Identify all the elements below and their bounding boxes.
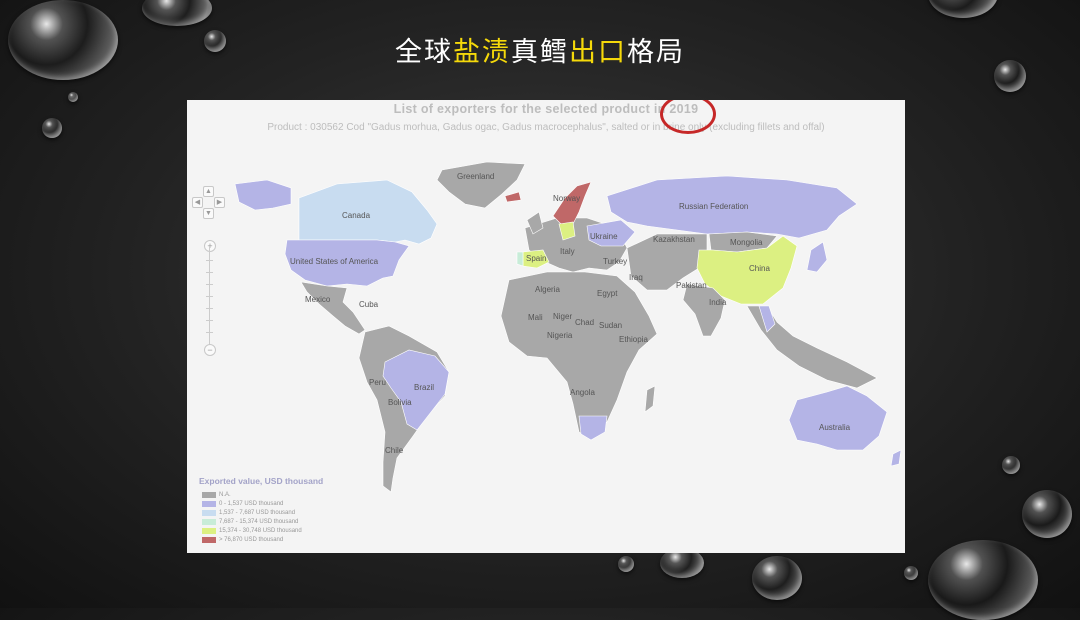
region-alaska[interactable]	[234, 179, 292, 211]
water-drop-decoration	[42, 118, 62, 138]
legend-label: 15,374 - 30,748 USD thousand	[219, 527, 302, 534]
label-chile: Chile	[385, 446, 404, 455]
legend-item: 15,374 - 30,748 USD thousand	[202, 526, 399, 535]
pan-down-button[interactable]: ▼	[203, 208, 214, 219]
water-drop-decoration	[994, 60, 1026, 92]
legend-title: Exported value, USD thousand	[199, 476, 324, 486]
label-china: China	[749, 264, 770, 273]
label-nigeria: Nigeria	[547, 331, 573, 340]
legend-item: 1,537 - 7,687 USD thousand	[202, 508, 399, 517]
legend-item: 7,687 - 15,374 USD thousand	[202, 517, 399, 526]
legend-swatch	[202, 491, 216, 498]
water-drop-decoration	[618, 556, 634, 572]
water-drop-decoration	[1022, 490, 1072, 538]
label-turkey: Turkey	[603, 257, 627, 266]
map-title: List of exporters for the selected produ…	[393, 102, 699, 116]
label-egypt: Egypt	[597, 289, 618, 298]
label-canada: Canada	[342, 211, 371, 220]
slide-title-part: 出口	[569, 37, 627, 68]
slide-title: 全球盐渍真鳕出口格局	[0, 30, 1080, 69]
region-portugal[interactable]	[516, 251, 524, 267]
zoom-tick	[206, 332, 213, 333]
legend-label: N.A.	[219, 491, 231, 498]
label-mexico: Mexico	[305, 295, 331, 304]
zoom-tick	[206, 308, 213, 309]
zoom-tick	[206, 284, 213, 285]
region-japan[interactable]	[806, 241, 828, 273]
region-madagascar[interactable]	[644, 385, 656, 413]
label-kazakhstan: Kazakhstan	[653, 235, 695, 244]
pan-right-button[interactable]: ▶	[214, 197, 225, 208]
label-pakistan: Pakistan	[676, 281, 707, 290]
legend-label: 1,537 - 7,687 USD thousand	[219, 509, 296, 516]
legend-swatch	[202, 518, 216, 525]
slide-title-part: 全球	[395, 37, 453, 68]
zoom-out-button[interactable]: −	[204, 344, 216, 356]
label-angola: Angola	[570, 388, 595, 397]
label-niger: Niger	[553, 312, 572, 321]
water-drop-decoration	[142, 0, 212, 26]
label-australia: Australia	[819, 423, 851, 432]
label-usa: United States of America	[290, 257, 379, 266]
map-panel: Greenland Canada United States of Americ…	[187, 100, 905, 553]
legend-swatch	[202, 509, 216, 516]
water-drop-decoration	[204, 30, 226, 52]
zoom-tick	[206, 272, 213, 273]
region-africa[interactable]	[500, 271, 658, 441]
label-peru: Peru	[369, 378, 386, 387]
label-india: India	[709, 298, 727, 307]
label-sudan: Sudan	[599, 321, 622, 330]
label-brazil: Brazil	[414, 383, 434, 392]
label-chad: Chad	[575, 318, 594, 327]
pan-left-button[interactable]: ◀	[192, 197, 203, 208]
water-drop-decoration	[928, 0, 998, 18]
label-cuba: Cuba	[359, 300, 379, 309]
slide-title-part: 真鳕	[511, 37, 569, 68]
zoom-in-button[interactable]: +	[204, 240, 216, 252]
region-new-zealand[interactable]	[890, 449, 902, 467]
map-subtitle: Product : 030562 Cod "Gadus morhua, Gadu…	[267, 122, 825, 133]
region-iceland[interactable]	[504, 191, 522, 203]
zoom-tick	[206, 296, 213, 297]
legend-item: N.A.	[202, 490, 399, 499]
label-bolivia: Bolivia	[388, 398, 412, 407]
legend-item: > 76,870 USD thousand	[202, 535, 399, 544]
region-mexico[interactable]	[300, 281, 366, 335]
region-australia[interactable]	[788, 385, 888, 451]
legend-item: 0 - 1,537 USD thousand	[202, 499, 399, 508]
legend-label: > 76,870 USD thousand	[219, 536, 284, 543]
label-ethiopia: Ethiopia	[619, 335, 648, 344]
legend-label: 7,687 - 15,374 USD thousand	[219, 518, 299, 525]
water-drop-decoration	[8, 0, 118, 80]
label-spain: Spain	[526, 254, 546, 263]
zoom-tick	[206, 320, 213, 321]
label-algeria: Algeria	[535, 285, 560, 294]
zoom-tick	[206, 260, 213, 261]
label-iraq: Iraq	[629, 273, 643, 282]
slide-title-part: 格局	[627, 37, 685, 68]
region-south-africa[interactable]	[578, 415, 608, 441]
water-drop-decoration	[1002, 456, 1020, 474]
label-mongolia: Mongolia	[730, 238, 763, 247]
water-drop-decoration	[68, 92, 78, 102]
label-greenland: Greenland	[457, 172, 494, 181]
label-ukraine: Ukraine	[590, 232, 618, 241]
label-italy: Italy	[560, 247, 575, 256]
water-drop-decoration	[928, 540, 1038, 620]
legend-swatch	[202, 500, 216, 507]
legend-swatch	[202, 536, 216, 543]
map-legend: Exported value, USD thousand N.A. 0 - 1,5…	[199, 476, 399, 544]
legend-label: 0 - 1,537 USD thousand	[219, 500, 284, 507]
water-drop-decoration	[752, 556, 802, 600]
label-russia: Russian Federation	[679, 202, 748, 211]
water-drop-decoration	[904, 566, 918, 580]
label-mali: Mali	[528, 313, 543, 322]
legend-swatch	[202, 527, 216, 534]
label-norway: Norway	[553, 194, 580, 203]
pan-up-button[interactable]: ▲	[203, 186, 214, 197]
slide-title-part: 盐渍	[453, 37, 511, 68]
